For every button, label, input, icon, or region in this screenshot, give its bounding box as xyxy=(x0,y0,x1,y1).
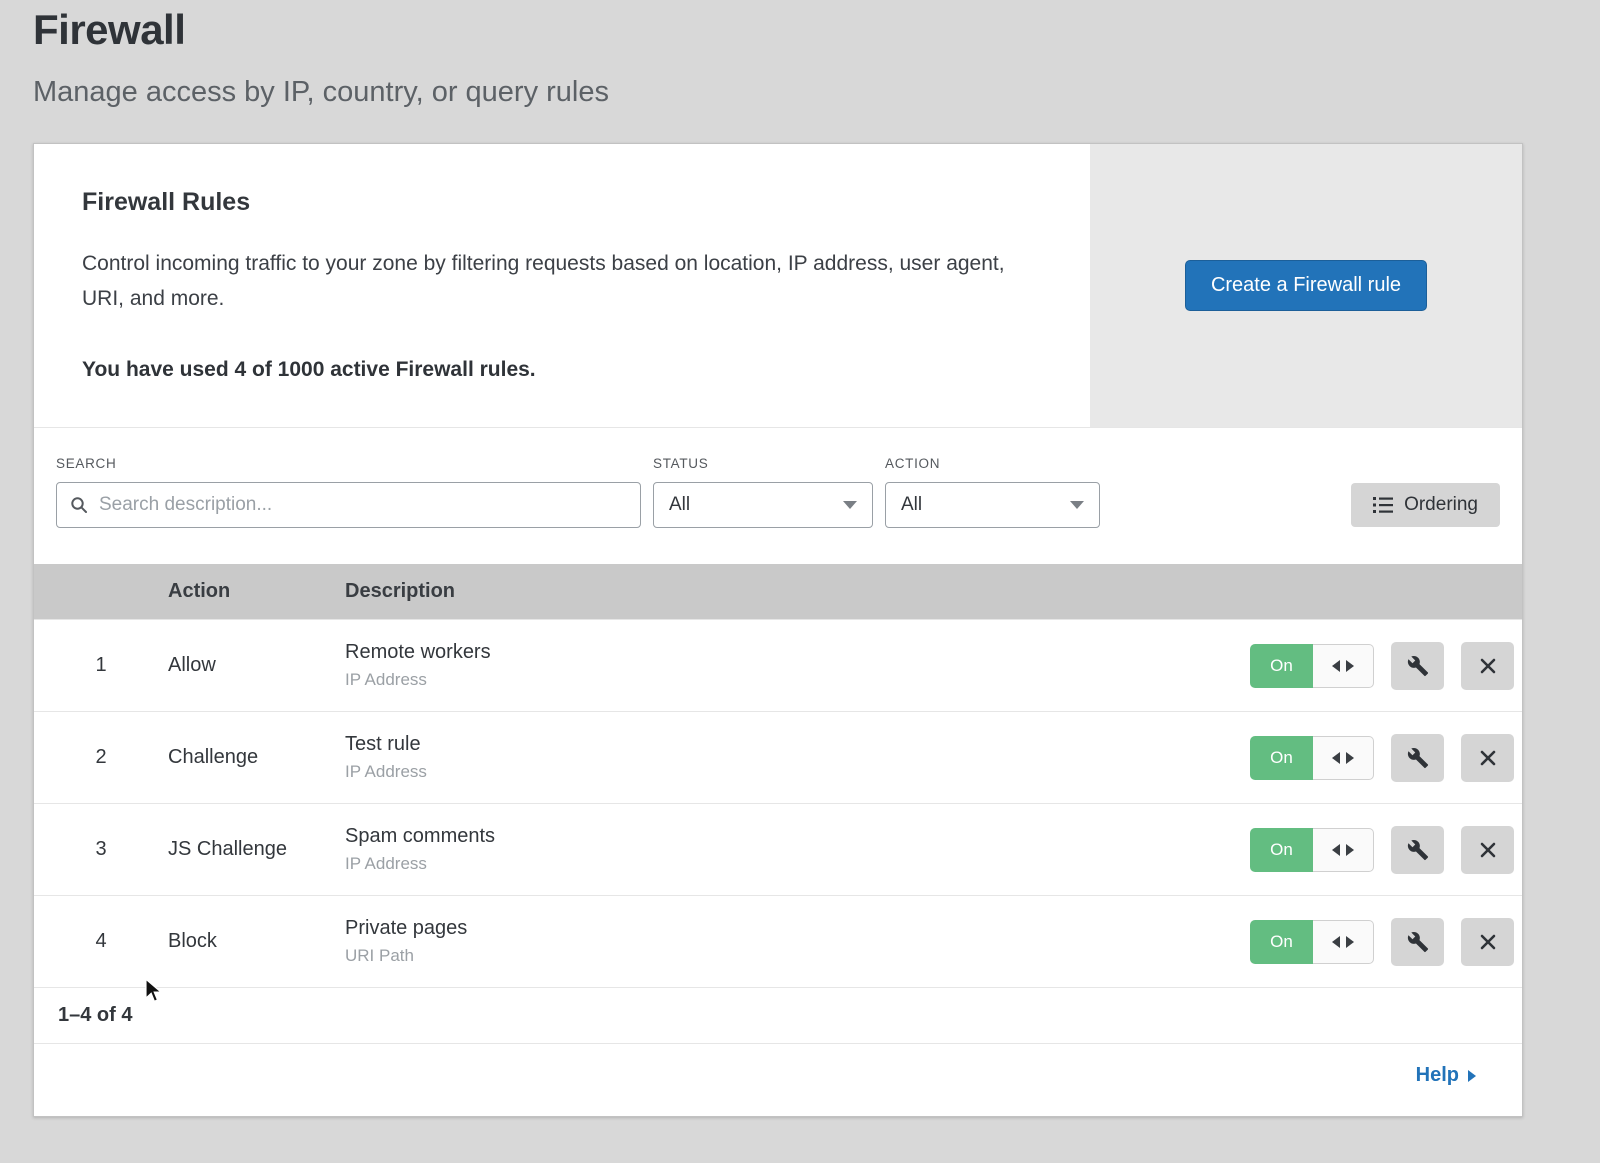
chevron-down-icon xyxy=(1070,501,1084,509)
table-header: Action Description xyxy=(34,564,1522,619)
table-row: 2 Challenge Test rule IP Address On xyxy=(34,711,1522,803)
page-subtitle: Manage access by IP, country, or query r… xyxy=(33,76,609,109)
card-usage-count: You have used 4 of 1000 active Firewall … xyxy=(82,358,1042,382)
pagination-summary: 1–4 of 4 xyxy=(58,1004,132,1027)
pagination-row: 1–4 of 4 xyxy=(34,987,1522,1043)
close-icon xyxy=(1478,932,1498,952)
close-icon xyxy=(1478,840,1498,860)
card-description: Control incoming traffic to your zone by… xyxy=(82,247,1042,316)
page-title: Firewall xyxy=(33,6,609,54)
page-header: Firewall Manage access by IP, country, o… xyxy=(33,6,609,109)
toggle-on-label[interactable]: On xyxy=(1250,828,1313,872)
rule-controls: On xyxy=(1250,918,1522,966)
wrench-icon xyxy=(1407,839,1429,861)
rule-description: Private pages xyxy=(345,917,1250,940)
rule-match-type: URI Path xyxy=(345,946,1250,966)
close-icon xyxy=(1478,656,1498,676)
card-intro-text: Firewall Rules Control incoming traffic … xyxy=(34,144,1090,427)
rule-match-type: IP Address xyxy=(345,762,1250,782)
help-link[interactable]: Help xyxy=(1416,1064,1476,1087)
search-label: SEARCH xyxy=(56,456,641,471)
rule-toggle[interactable]: On xyxy=(1250,736,1374,780)
rule-number: 4 xyxy=(34,930,168,953)
close-icon xyxy=(1478,748,1498,768)
rule-description: Spam comments xyxy=(345,825,1250,848)
edit-rule-button[interactable] xyxy=(1391,642,1444,690)
card-intro-section: Firewall Rules Control incoming traffic … xyxy=(34,144,1522,428)
rule-action: Block xyxy=(168,930,345,953)
ordering-button[interactable]: Ordering xyxy=(1351,483,1500,527)
rule-description-cell: Test rule IP Address xyxy=(345,733,1250,782)
rule-controls: On xyxy=(1250,642,1522,690)
chevron-right-icon xyxy=(1468,1070,1476,1082)
search-box[interactable] xyxy=(56,482,641,528)
action-label: ACTION xyxy=(885,456,1100,471)
edit-rule-button[interactable] xyxy=(1391,826,1444,874)
firewall-rules-card: Firewall Rules Control incoming traffic … xyxy=(33,143,1523,1117)
search-filter-group: SEARCH xyxy=(56,456,641,528)
status-select-value: All xyxy=(669,494,690,516)
table-row: 4 Block Private pages URI Path On xyxy=(34,895,1522,987)
toggle-on-label[interactable]: On xyxy=(1250,736,1313,780)
rule-controls: On xyxy=(1250,734,1522,782)
rule-match-type: IP Address xyxy=(345,854,1250,874)
wrench-icon xyxy=(1407,931,1429,953)
column-description: Description xyxy=(345,580,1522,603)
table-row: 1 Allow Remote workers IP Address On xyxy=(34,619,1522,711)
status-filter-group: STATUS All xyxy=(653,456,873,528)
rule-controls: On xyxy=(1250,826,1522,874)
edit-rule-button[interactable] xyxy=(1391,734,1444,782)
toggle-arrows-icon[interactable] xyxy=(1313,736,1374,780)
rule-number: 2 xyxy=(34,746,168,769)
card-action-panel: Create a Firewall rule xyxy=(1090,144,1522,427)
delete-rule-button[interactable] xyxy=(1461,826,1514,874)
toggle-arrows-icon[interactable] xyxy=(1313,644,1374,688)
status-label: STATUS xyxy=(653,456,873,471)
toggle-on-label[interactable]: On xyxy=(1250,920,1313,964)
rule-description-cell: Spam comments IP Address xyxy=(345,825,1250,874)
rule-number: 1 xyxy=(34,654,168,677)
toggle-arrows-icon[interactable] xyxy=(1313,920,1374,964)
search-icon xyxy=(70,496,88,514)
rule-description: Test rule xyxy=(345,733,1250,756)
help-row: Help xyxy=(34,1043,1522,1107)
rule-toggle[interactable]: On xyxy=(1250,920,1374,964)
rule-action: Allow xyxy=(168,654,345,677)
status-select[interactable]: All xyxy=(653,482,873,528)
rule-description-cell: Remote workers IP Address xyxy=(345,641,1250,690)
action-filter-group: ACTION All xyxy=(885,456,1100,528)
ordered-list-icon xyxy=(1373,496,1393,514)
action-select-value: All xyxy=(901,494,922,516)
create-firewall-rule-button[interactable]: Create a Firewall rule xyxy=(1185,260,1427,311)
action-select[interactable]: All xyxy=(885,482,1100,528)
delete-rule-button[interactable] xyxy=(1461,918,1514,966)
edit-rule-button[interactable] xyxy=(1391,918,1444,966)
delete-rule-button[interactable] xyxy=(1461,734,1514,782)
toggle-on-label[interactable]: On xyxy=(1250,644,1313,688)
toggle-arrows-icon[interactable] xyxy=(1313,828,1374,872)
wrench-icon xyxy=(1407,747,1429,769)
search-input[interactable] xyxy=(97,493,627,517)
table-row: 3 JS Challenge Spam comments IP Address … xyxy=(34,803,1522,895)
help-link-label: Help xyxy=(1416,1064,1459,1087)
rule-number: 3 xyxy=(34,838,168,861)
rule-match-type: IP Address xyxy=(345,670,1250,690)
column-action: Action xyxy=(168,580,345,603)
wrench-icon xyxy=(1407,655,1429,677)
rule-toggle[interactable]: On xyxy=(1250,828,1374,872)
rule-action: JS Challenge xyxy=(168,838,345,861)
delete-rule-button[interactable] xyxy=(1461,642,1514,690)
rule-action: Challenge xyxy=(168,746,345,769)
card-heading: Firewall Rules xyxy=(82,188,1042,217)
rule-toggle[interactable]: On xyxy=(1250,644,1374,688)
rule-description: Remote workers xyxy=(345,641,1250,664)
rule-description-cell: Private pages URI Path xyxy=(345,917,1250,966)
ordering-button-label: Ordering xyxy=(1404,494,1478,516)
chevron-down-icon xyxy=(843,501,857,509)
filter-bar: SEARCH STATUS All ACTION All xyxy=(34,428,1522,564)
